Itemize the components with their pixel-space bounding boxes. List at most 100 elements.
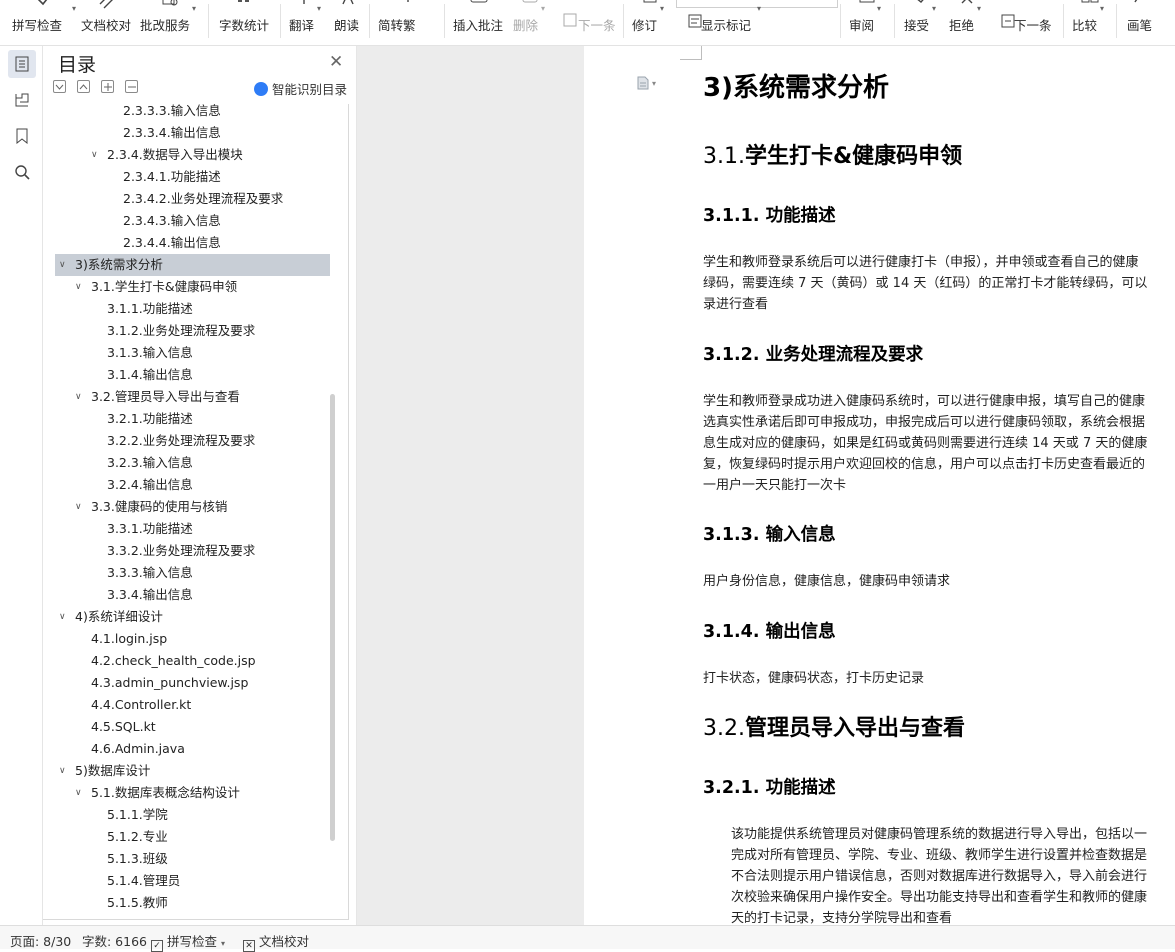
close-icon[interactable]: ✕ [329, 52, 343, 72]
toc-item[interactable]: 2.3.4.2.业务处理流程及要求 [123, 188, 283, 210]
paragraph-line: 录进行查看 [703, 297, 769, 312]
toc-item[interactable]: 4.4.Controller.kt [91, 694, 191, 716]
toc-item[interactable]: 4.6.Admin.java [91, 738, 185, 760]
show-markup-button[interactable]: 显示标记 ▾ [680, 0, 770, 45]
chevron-down-icon[interactable]: ∨ [59, 760, 66, 782]
simp-trad-button[interactable]: 简转繁 [378, 0, 438, 45]
toc-item[interactable]: 3.1.学生打卡&健康码申领 [91, 276, 237, 298]
chevron-down-icon: ▾ [221, 939, 226, 948]
toc-item-selected[interactable]: ∨ 3)系统需求分析 [55, 254, 330, 276]
search-button[interactable] [8, 158, 36, 186]
chevron-down-icon[interactable]: ∨ [75, 496, 82, 518]
toc-item[interactable]: 5.1.3.班级 [107, 848, 168, 870]
word-count-button[interactable]: 字数统计 [219, 0, 271, 45]
track-changes-button[interactable]: 修订 ▾ [632, 0, 668, 45]
toc-item[interactable]: 4)系统详细设计 [75, 606, 163, 628]
chevron-up-icon [79, 83, 88, 89]
toc-item[interactable]: 2.3.3.3.输入信息 [123, 104, 221, 122]
toc-item[interactable]: 3.3.3.输入信息 [107, 562, 193, 584]
toc-item[interactable]: 3.2.4.输出信息 [107, 474, 193, 496]
bookmark-icon [16, 128, 28, 144]
paragraph-line: 选真实性承诺后即可申报成功，申报完成后可以进行健康码领取，系统会根据 [703, 415, 1146, 430]
smart-toc-button[interactable]: 智能识别目录 [254, 79, 347, 98]
page-indicator[interactable]: 页面: 8/30 [10, 931, 71, 950]
doc-proof-button[interactable]: 文档校对 [81, 0, 133, 45]
read-aloud-icon [342, 0, 354, 5]
toc-item[interactable]: 2.3.4.1.功能描述 [123, 166, 221, 188]
delete-comment-button[interactable]: 删除 ▾ [513, 0, 549, 45]
add-heading-button[interactable] [101, 80, 114, 93]
chevron-down-icon[interactable]: ∨ [59, 254, 66, 276]
chevron-down-icon: ▾ [652, 78, 657, 88]
insert-comment-button[interactable]: 插入批注 [453, 0, 505, 45]
translate-button[interactable]: 翻译 ▾ [289, 0, 325, 45]
reject-button[interactable]: 拒绝 ▾ [949, 0, 985, 45]
toc-item[interactable]: 4.2.check_health_code.jsp [91, 650, 256, 672]
next-change-button[interactable]: 下一条 [994, 0, 1054, 45]
toc-item[interactable]: 3.2.1.功能描述 [107, 408, 193, 430]
toc-item[interactable]: 5.1.4.管理员 [107, 870, 180, 892]
simp-trad-label: 简转繁 [378, 18, 416, 33]
heading-3-1-1: 3.1.1. 功能描述 [703, 206, 836, 226]
toc-item[interactable]: 4.3.admin_punchview.jsp [91, 672, 248, 694]
toc-item[interactable]: 5.1.1.学院 [107, 804, 168, 826]
ribbon-divider [369, 4, 370, 38]
spell-check-label: 拼写检查 [12, 18, 63, 33]
chevron-down-icon[interactable]: ∨ [75, 386, 82, 408]
compare-button[interactable]: 比较 ▾ [1072, 0, 1108, 45]
toc-item[interactable]: 2.3.4.数据导入导出模块 [107, 144, 243, 166]
paragraph-line: 学生和教师登录系统后可以进行健康打卡（申报），并申领或查看自己的健康 [703, 255, 1139, 270]
word-count-indicator[interactable]: 字数: 6166 [82, 931, 147, 950]
toc-item[interactable]: 3.1.3.输入信息 [107, 342, 193, 364]
paragraph-line: 一用户一天只能打一次卡 [703, 478, 847, 493]
bookmark-button[interactable] [8, 122, 36, 150]
toc-item[interactable]: 2.3.4.3.输入信息 [123, 210, 221, 232]
spell-check-button[interactable]: 拼写检查 ▾ [12, 0, 76, 45]
review-button[interactable]: 审阅 ▾ [849, 0, 885, 45]
toc-item-label: 3)系统需求分析 [75, 257, 163, 272]
next-comment-button[interactable]: 下一条 [556, 0, 616, 45]
toc-item[interactable]: 5)数据库设计 [75, 760, 150, 782]
collapse-all-button[interactable] [53, 80, 66, 93]
heading-3-1-2: 3.1.2. 业务处理流程及要求 [703, 345, 924, 365]
show-markup-icon [688, 14, 702, 28]
toc-item[interactable]: 5.1.5.教师 [107, 892, 168, 914]
heading-3-1-number: 3.1. [703, 144, 745, 169]
toc-item[interactable]: 4.1.login.jsp [91, 628, 167, 650]
expand-up-button[interactable] [77, 80, 90, 93]
toc-item[interactable]: 5.1.2.专业 [107, 826, 168, 848]
remove-heading-button[interactable] [125, 80, 138, 93]
toc-item[interactable]: 2.3.3.4.输出信息 [123, 122, 221, 144]
read-aloud-button[interactable]: 朗读 [334, 0, 362, 45]
heading-3-2: 3.2.管理员导入导出与查看 [703, 710, 965, 742]
revision-service-button[interactable]: 批改服务 ▾ [140, 0, 200, 45]
toc-item[interactable]: 5.1.数据库表概念结构设计 [91, 782, 240, 804]
accept-button[interactable]: 接受 ▾ [904, 0, 940, 45]
toc-item[interactable]: 3.1.2.业务处理流程及要求 [107, 320, 255, 342]
chevron-down-icon[interactable]: ∨ [91, 144, 98, 166]
toc-scrollbar[interactable] [330, 394, 335, 841]
revision-service-label: 批改服务 [140, 18, 191, 33]
toc-item[interactable]: 3.3.健康码的使用与核销 [91, 496, 227, 518]
pen-button[interactable]: 画笔 [1127, 0, 1157, 45]
toc-item[interactable]: 3.1.4.输出信息 [107, 364, 193, 386]
toc-item[interactable]: 3.3.4.输出信息 [107, 584, 193, 606]
toc-item[interactable]: 3.3.2.业务处理流程及要求 [107, 540, 255, 562]
paragraph-menu-button[interactable]: ▾ [637, 76, 656, 90]
next-comment-label: 下一条 [578, 18, 616, 33]
chevron-down-icon[interactable]: ∨ [75, 276, 82, 298]
chevron-down-icon[interactable]: ∨ [75, 782, 82, 804]
toc-item[interactable]: 3.1.1.功能描述 [107, 298, 193, 320]
navigation-pane-button[interactable] [8, 86, 36, 114]
toc-item[interactable]: 4.5.SQL.kt [91, 716, 156, 738]
toc-item[interactable]: 3.3.1.功能描述 [107, 518, 193, 540]
toc-item[interactable]: 2.3.4.4.输出信息 [123, 232, 221, 254]
paragraph-line: 绿码，需要连续 7 天（黄码）或 14 天（红码）的正常打卡才能转绿码，可以 [703, 276, 1148, 291]
toc-item[interactable]: 3.2.3.输入信息 [107, 452, 193, 474]
minus-icon [127, 86, 136, 87]
toc-panel-button[interactable] [8, 50, 36, 78]
toc-item[interactable]: 3.2.2.业务处理流程及要求 [107, 430, 255, 452]
chevron-down-icon[interactable]: ∨ [59, 606, 66, 628]
toc-item[interactable]: 3.2.管理员导入导出与查看 [91, 386, 240, 408]
document-page[interactable]: ▾ 3)系统需求分析 3.1.学生打卡&健康码申领 3.1.1. 功能描述 学生… [584, 46, 1175, 925]
